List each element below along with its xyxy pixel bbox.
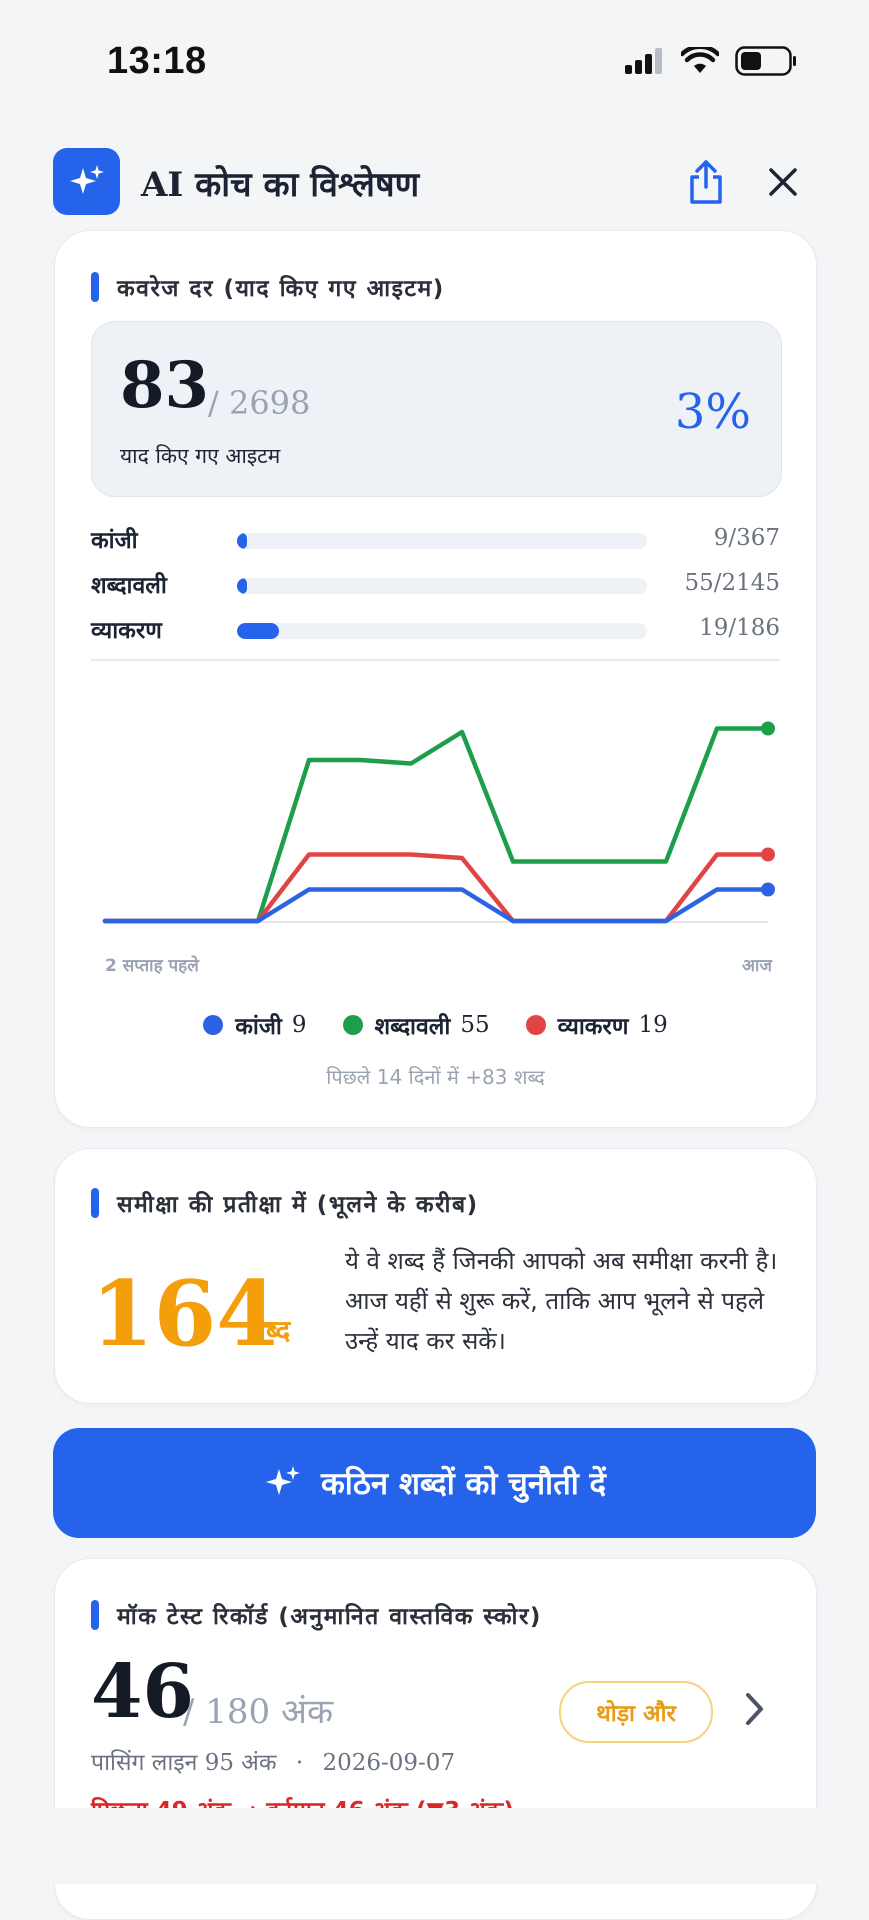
legend-item-kanji: कांजी 9 bbox=[203, 1009, 307, 1041]
progress-row-kanji: कांजी 9/367 bbox=[91, 519, 780, 559]
legend-item-vocabulary: शब्दावली 55 bbox=[342, 1009, 490, 1041]
progress-value: 19/186 bbox=[699, 615, 780, 641]
challenge-hard-words-button[interactable]: कठिन शब्दों को चुनौती दें bbox=[53, 1428, 816, 1538]
total-count: / 2698 bbox=[208, 384, 311, 422]
close-icon bbox=[769, 168, 797, 196]
legend-value: 9 bbox=[291, 1012, 307, 1038]
mock-score-total: / 180 अंक bbox=[183, 1692, 334, 1732]
review-title-text: समीक्षा की प्रतीक्षा में (भूलने के करीब) bbox=[117, 1192, 479, 1218]
test-date: 2026-09-07 bbox=[322, 1750, 456, 1776]
status-bar: 13:18 bbox=[0, 0, 869, 130]
legend-item-grammar: व्याकरण 19 bbox=[525, 1009, 668, 1041]
progress-label: व्याकरण bbox=[91, 618, 162, 644]
progress-label: शब्दावली bbox=[91, 573, 167, 599]
bottom-fade bbox=[0, 1808, 869, 1884]
progress-fill bbox=[237, 533, 248, 549]
share-icon bbox=[690, 160, 722, 204]
coverage-percent: 3% bbox=[674, 384, 751, 440]
passing-line: पासिंग लाइन 95 अंक bbox=[91, 1750, 277, 1776]
share-button[interactable] bbox=[678, 154, 734, 210]
section-marker bbox=[91, 272, 99, 302]
status-icons bbox=[625, 46, 797, 76]
progress-track bbox=[237, 623, 647, 639]
mock-title-text: मॉक टेस्ट रिकॉर्ड (अनुमानित वास्तविक स्क… bbox=[117, 1604, 542, 1630]
wifi-icon bbox=[681, 47, 719, 73]
passing-line-info: पासिंग लाइन 95 अंक · 2026-09-07 bbox=[91, 1745, 455, 1777]
legend-value: 55 bbox=[460, 1012, 490, 1038]
mock-section-title: मॉक टेस्ट रिकॉर्ड (अनुमानित वास्तविक स्क… bbox=[91, 1599, 542, 1631]
status-time: 13:18 bbox=[107, 40, 207, 82]
page-title: AI कोच का विश्लेषण bbox=[141, 165, 420, 205]
legend-dot bbox=[525, 1015, 546, 1035]
progress-row-grammar: व्याकरण 19/186 bbox=[91, 609, 780, 649]
section-marker bbox=[91, 1600, 99, 1630]
legend-dot bbox=[342, 1015, 363, 1035]
legend-label: व्याकरण bbox=[557, 1014, 629, 1040]
coverage-title-text: कवरेज दर (याद किए गए आइटम) bbox=[117, 276, 445, 302]
progress-fill bbox=[237, 623, 279, 639]
coverage-card: कवरेज दर (याद किए गए आइटम) 83 / 2698 याद… bbox=[54, 230, 817, 1128]
mock-score: 46 bbox=[91, 1649, 194, 1735]
header: AI कोच का विश्लेषण bbox=[53, 148, 816, 216]
progress-track bbox=[237, 533, 647, 549]
divider bbox=[91, 659, 780, 661]
x-axis-start-label: 2 सप्ताह पहले bbox=[105, 956, 199, 976]
battery-icon bbox=[735, 46, 796, 76]
series-end-point-kanji bbox=[761, 882, 775, 897]
coverage-summary-box: 83 / 2698 याद किए गए आइटम 3% bbox=[91, 321, 782, 497]
series-line-vocabulary bbox=[102, 726, 771, 924]
series-end-point-vocabulary bbox=[761, 721, 775, 736]
separator: · bbox=[295, 1750, 304, 1776]
close-button[interactable] bbox=[759, 158, 807, 206]
progress-fill bbox=[237, 578, 248, 594]
progress-label: कांजी bbox=[91, 528, 138, 554]
chart-legend: कांजी 9 शब्दावली 55 व्याकरण 19 bbox=[55, 1009, 816, 1041]
progress-track bbox=[237, 578, 647, 594]
chevron-right-icon[interactable] bbox=[739, 1689, 769, 1729]
cta-label: कठिन शब्दों को चुनौती दें bbox=[320, 1466, 607, 1502]
legend-label: शब्दावली bbox=[374, 1014, 451, 1040]
legend-dot bbox=[203, 1015, 224, 1035]
progress-value: 9/367 bbox=[713, 525, 780, 551]
review-unit: शब्द bbox=[247, 1314, 291, 1347]
x-axis-end-label: आज bbox=[742, 956, 772, 976]
section-marker bbox=[91, 1188, 99, 1218]
legend-value: 19 bbox=[638, 1012, 668, 1038]
progress-value: 55/2145 bbox=[684, 570, 780, 596]
cellular-signal-icon bbox=[625, 48, 662, 74]
memorized-label: याद किए गए आइटम bbox=[120, 444, 281, 468]
memorized-count: 83 bbox=[120, 348, 210, 423]
learning-trend-chart bbox=[102, 721, 775, 924]
ai-sparkle-icon bbox=[53, 148, 120, 215]
sparkle-icon bbox=[265, 1466, 300, 1495]
review-section-title: समीक्षा की प्रतीक्षा में (भूलने के करीब) bbox=[91, 1187, 479, 1219]
status-badge: थोड़ा और bbox=[559, 1681, 713, 1743]
series-end-point-grammar bbox=[761, 847, 775, 862]
review-card: समीक्षा की प्रतीक्षा में (भूलने के करीब)… bbox=[54, 1148, 817, 1404]
coverage-section-title: कवरेज दर (याद किए गए आइटम) bbox=[91, 271, 445, 303]
chart-summary: पिछले 14 दिनों में +83 शब्द bbox=[326, 1065, 545, 1089]
legend-label: कांजी bbox=[235, 1014, 282, 1040]
progress-row-vocabulary: शब्दावली 55/2145 bbox=[91, 564, 780, 604]
review-description: ये वे शब्द हैं जिनकी आपको अब समीक्षा करन… bbox=[345, 1247, 778, 1355]
